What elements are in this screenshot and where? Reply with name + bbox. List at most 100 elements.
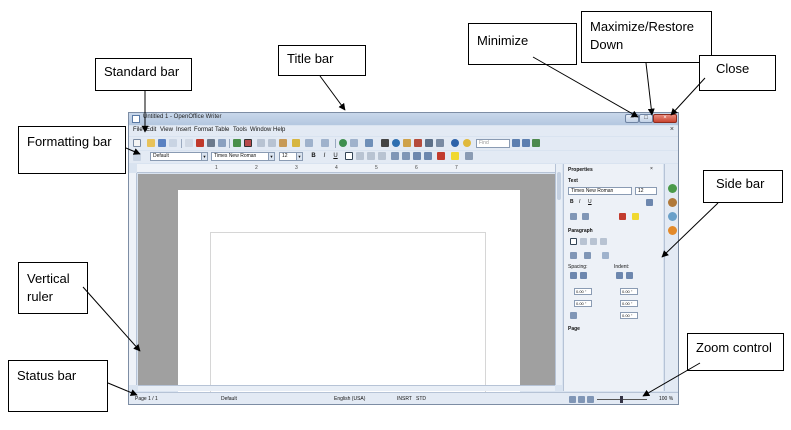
line-spacing-icon[interactable] [570,312,577,319]
superscript-icon[interactable] [646,199,653,206]
paste-icon[interactable] [279,139,287,147]
decrease-spacing-icon[interactable] [580,272,587,279]
align-left-icon[interactable] [345,152,353,160]
numbering-icon[interactable] [391,152,399,160]
chevron-down-icon[interactable]: ▼ [296,153,302,160]
horizontal-scrollbar[interactable] [138,385,555,391]
close-button[interactable]: × [653,114,677,123]
zoom-slider-handle[interactable] [620,396,623,403]
justify-icon[interactable] [378,152,386,160]
page-section-header[interactable]: Page [568,326,580,332]
menu-format[interactable]: Format [194,127,213,133]
sidebar-close-icon[interactable]: × [650,166,653,172]
menu-edit[interactable]: Edit [146,127,156,133]
above-paragraph-spacing-input[interactable]: 0.00 " [574,288,592,295]
sidebar-align-left-icon[interactable] [570,238,577,245]
find-replace-icon[interactable] [381,139,389,147]
paragraph-background-icon[interactable] [602,252,609,259]
vertical-scrollbar[interactable] [555,164,562,385]
sidebar-increase-indent-icon[interactable] [616,272,623,279]
minimize-button[interactable]: – [625,114,639,123]
highlighting-icon[interactable] [451,152,459,160]
font-shrink-icon[interactable] [582,213,589,220]
sidebar-decrease-indent-icon[interactable] [626,272,633,279]
tips-icon[interactable] [463,139,471,147]
menu-insert[interactable]: Insert [176,127,191,133]
sidebar-numbering-icon[interactable] [584,252,591,259]
gallery-deck-icon[interactable] [668,212,677,221]
sidebar-align-right-icon[interactable] [590,238,597,245]
book-view-icon[interactable] [587,396,594,403]
bullets-icon[interactable] [402,152,410,160]
selection-mode-status[interactable]: STD [416,396,426,402]
bold-button[interactable]: B [309,152,318,161]
mail-icon[interactable] [169,139,177,147]
document-area[interactable] [138,174,555,402]
align-center-icon[interactable] [356,152,364,160]
sidebar-justify-icon[interactable] [600,238,607,245]
find-previous-icon[interactable] [522,139,530,147]
text-section-header[interactable]: Text [568,178,578,184]
menu-window[interactable]: Window [250,127,271,133]
sidebar-font-color-icon[interactable] [619,213,626,220]
help-icon[interactable] [451,139,459,147]
export-pdf-icon[interactable] [196,139,204,147]
navigator-deck-icon[interactable] [668,226,677,235]
first-line-indent-input[interactable]: 0.00 " [620,312,638,319]
font-size-combo[interactable]: 12 ▼ [279,152,303,161]
styles-formatting-icon[interactable] [133,153,141,161]
align-right-icon[interactable] [367,152,375,160]
hyperlink-icon[interactable] [339,139,347,147]
spellcheck-icon[interactable] [233,139,241,147]
print-icon[interactable] [207,139,215,147]
menu-table[interactable]: Table [215,127,229,133]
page-preview-icon[interactable] [218,139,226,147]
sidebar-highlight-icon[interactable] [632,213,639,220]
zoom-icon[interactable] [436,139,444,147]
vertical-ruler[interactable] [129,173,137,385]
horizontal-ruler[interactable]: 1 2 3 4 5 6 7 [137,164,555,173]
menu-help[interactable]: Help [273,127,285,133]
edit-file-icon[interactable] [185,139,193,147]
menu-view[interactable]: View [160,127,173,133]
autospell-icon[interactable] [244,139,252,147]
document-close-icon[interactable]: × [670,126,674,133]
menu-tools[interactable]: Tools [233,127,247,133]
cut-icon[interactable] [257,139,265,147]
sidebar-align-center-icon[interactable] [580,238,587,245]
show-draw-functions-icon[interactable] [365,139,373,147]
language-status[interactable]: English (USA) [334,396,365,402]
styles-deck-icon[interactable] [668,198,677,207]
copy-icon[interactable] [268,139,276,147]
open-folder-icon[interactable] [147,139,155,147]
save-icon[interactable] [158,139,166,147]
zoom-percent[interactable]: 100 % [659,396,673,402]
sidebar-bullets-icon[interactable] [570,252,577,259]
maximize-button[interactable]: □ [639,114,653,123]
single-page-view-icon[interactable] [569,396,576,403]
redo-icon[interactable] [321,139,329,147]
data-sources-icon[interactable] [414,139,422,147]
navigator-icon[interactable] [392,139,400,147]
font-color-icon[interactable] [437,152,445,160]
chevron-down-icon[interactable]: ▼ [268,153,274,160]
find-options-icon[interactable] [532,139,540,147]
below-paragraph-spacing-input[interactable]: 0.00 " [574,300,592,307]
paragraph-style-combo[interactable]: Default ▼ [150,152,208,161]
clone-formatting-icon[interactable] [292,139,300,147]
menu-file[interactable]: File [133,127,143,133]
sidebar-size-combo[interactable]: 12 [635,187,657,195]
find-next-icon[interactable] [512,139,520,147]
properties-deck-icon[interactable] [668,184,677,193]
font-grow-icon[interactable] [570,213,577,220]
chevron-down-icon[interactable]: ▼ [201,153,207,160]
sidebar-bold-button[interactable]: B [570,199,574,205]
increase-indent-icon[interactable] [424,152,432,160]
increase-spacing-icon[interactable] [570,272,577,279]
before-text-indent-input[interactable]: 0.00 " [620,288,638,295]
paragraph-section-header[interactable]: Paragraph [568,228,593,234]
page-number-status[interactable]: Page 1 / 1 [135,396,158,402]
sidebar-italic-button[interactable]: I [579,199,580,205]
background-color-icon[interactable] [465,152,473,160]
sidebar-underline-button[interactable]: U [588,199,592,205]
